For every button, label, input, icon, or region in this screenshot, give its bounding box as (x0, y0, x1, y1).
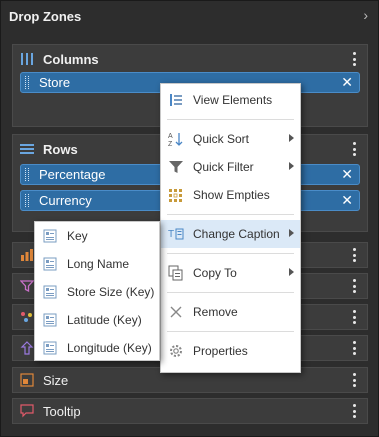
rows-zone-label: Rows (43, 141, 78, 157)
sort-az-icon: AZ (167, 130, 185, 148)
menu-item-show-empties[interactable]: Show Empties (161, 181, 300, 209)
submenu-arrow-icon (289, 134, 294, 142)
caption-option-store-size-key[interactable]: Store Size (Key) (35, 278, 159, 306)
menu-item-properties[interactable]: Properties (161, 337, 300, 365)
menu-item-copy-to[interactable]: Copy To (161, 259, 300, 287)
remove-icon (167, 303, 185, 321)
tooltip-zone-header: Tooltip (13, 399, 367, 423)
panel-header: Drop Zones › (1, 1, 378, 31)
menu-item-view-elements[interactable]: View Elements (161, 86, 300, 114)
tooltip-zone-label: Tooltip (43, 403, 81, 419)
caption-icon: T (167, 225, 185, 243)
caption-option-latitude-key[interactable]: Latitude (Key) (35, 306, 159, 334)
tooltip-icon (19, 403, 35, 419)
chevron-right-icon[interactable]: › (363, 7, 368, 23)
change-caption-submenu: Key Long Name Store Size (Key) Latitude … (34, 221, 160, 361)
context-menu: View Elements AZ Quick Sort Quick Filter… (160, 83, 301, 373)
caption-option-label: Latitude (Key) (67, 313, 142, 327)
columns-zone-header: Columns (13, 45, 367, 73)
submenu-arrow-icon (289, 229, 294, 237)
rows-icon (19, 141, 35, 157)
field-icon (41, 339, 59, 357)
caption-option-long-name[interactable]: Long Name (35, 250, 159, 278)
more-vertical-icon[interactable] (349, 140, 359, 158)
close-icon[interactable]: ✕ (341, 193, 353, 208)
svg-text:T: T (168, 229, 174, 240)
caption-option-label: Longitude (Key) (67, 341, 152, 355)
menu-item-quick-filter[interactable]: Quick Filter (161, 153, 300, 181)
drag-handle-icon[interactable] (25, 76, 29, 89)
filter-icon (19, 278, 35, 294)
panel-title: Drop Zones (9, 8, 82, 24)
drag-handle-icon[interactable] (25, 194, 29, 207)
close-icon[interactable]: ✕ (341, 167, 353, 182)
bar-chart-icon (19, 247, 35, 263)
more-vertical-icon[interactable] (349, 402, 359, 420)
svg-text:Z: Z (168, 141, 173, 147)
copy-icon (167, 264, 185, 282)
more-vertical-icon[interactable] (349, 277, 359, 295)
menu-item-label: Quick Filter (193, 160, 254, 174)
columns-icon (19, 51, 35, 67)
chip-label: Currency (39, 193, 92, 208)
menu-item-change-caption[interactable]: T Change Caption (161, 220, 300, 248)
menu-separator (167, 253, 294, 254)
color-dots-icon (19, 309, 35, 325)
columns-zone-label: Columns (43, 51, 99, 67)
menu-item-label: Show Empties (193, 188, 270, 202)
menu-item-label: Properties (193, 344, 248, 358)
caption-option-longitude-key[interactable]: Longitude (Key) (35, 334, 159, 362)
field-icon (41, 255, 59, 273)
grid-empties-icon (167, 186, 185, 204)
chip-label: Percentage (39, 167, 106, 182)
more-vertical-icon[interactable] (349, 246, 359, 264)
gear-icon (167, 342, 185, 360)
size-zone-label: Size (43, 372, 69, 388)
caption-option-key[interactable]: Key (35, 222, 159, 250)
size-icon (19, 372, 35, 388)
menu-separator (167, 331, 294, 332)
chip-label: Store (39, 75, 71, 90)
field-icon (41, 283, 59, 301)
menu-item-label: View Elements (193, 93, 273, 107)
svg-text:A: A (168, 133, 173, 140)
filter-icon (167, 158, 185, 176)
more-vertical-icon[interactable] (349, 308, 359, 326)
caption-option-label: Key (67, 229, 88, 243)
menu-item-label: Quick Sort (193, 132, 250, 146)
close-icon[interactable]: ✕ (341, 75, 353, 90)
menu-separator (167, 119, 294, 120)
more-vertical-icon[interactable] (349, 371, 359, 389)
field-icon (41, 311, 59, 329)
menu-item-quick-sort[interactable]: AZ Quick Sort (161, 125, 300, 153)
submenu-arrow-icon (289, 162, 294, 170)
view-elements-icon (167, 91, 185, 109)
menu-item-label: Copy To (193, 266, 237, 280)
arrow-up-icon (19, 340, 35, 356)
submenu-arrow-icon (289, 268, 294, 276)
menu-item-label: Remove (193, 305, 238, 319)
caption-option-label: Store Size (Key) (67, 285, 155, 299)
more-vertical-icon[interactable] (349, 339, 359, 357)
more-vertical-icon[interactable] (349, 50, 359, 68)
menu-item-label: Change Caption (193, 227, 280, 241)
field-icon (41, 227, 59, 245)
menu-item-remove[interactable]: Remove (161, 298, 300, 326)
menu-separator (167, 292, 294, 293)
caption-option-label: Long Name (67, 257, 130, 271)
drag-handle-icon[interactable] (25, 168, 29, 181)
menu-separator (167, 214, 294, 215)
tooltip-zone[interactable]: Tooltip (12, 398, 368, 424)
